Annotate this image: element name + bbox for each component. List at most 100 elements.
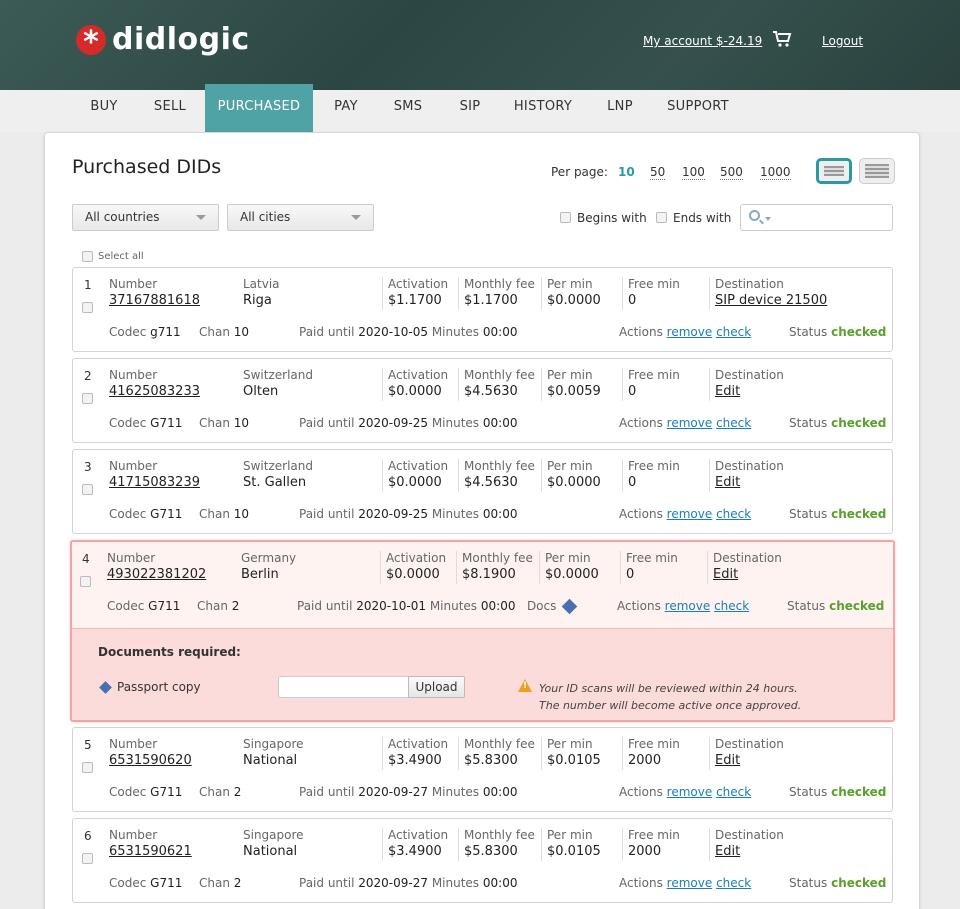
per-page-50[interactable]: 50: [650, 165, 666, 180]
nav-pay[interactable]: PAY: [322, 90, 370, 132]
location-value: National: [243, 844, 298, 859]
document-icon[interactable]: [561, 598, 578, 615]
nav-sell[interactable]: SELL: [142, 90, 198, 132]
row-checkbox[interactable]: [80, 576, 91, 587]
destination-cell: Destination Edit: [709, 368, 784, 401]
codec: Codec G711: [107, 599, 181, 613]
activation-value: $1.1700: [388, 293, 442, 308]
destination-label: Destination: [713, 551, 782, 565]
nav-buy[interactable]: BUY: [76, 90, 132, 132]
row-checkbox[interactable]: [82, 393, 93, 404]
check-link[interactable]: check: [716, 785, 751, 799]
free-min-value: 2000: [628, 753, 662, 768]
nav-purchased[interactable]: PURCHASED: [205, 84, 313, 132]
remove-link[interactable]: remove: [667, 507, 713, 521]
row-checkbox[interactable]: [82, 762, 93, 773]
destination-value[interactable]: Edit: [715, 752, 784, 770]
monthly-fee-value: $5.8300: [464, 844, 518, 859]
begins-with-checkbox[interactable]: [560, 212, 571, 223]
number-value[interactable]: 6531590621: [109, 843, 192, 861]
check-link[interactable]: check: [716, 507, 751, 521]
status-badge: checked: [831, 876, 887, 890]
nav-history[interactable]: HISTORY: [509, 90, 577, 132]
number-cell: Number 37167881618: [109, 277, 200, 310]
check-link[interactable]: check: [716, 325, 751, 339]
status-badge: checked: [831, 325, 887, 339]
nav-sip[interactable]: SIP: [450, 90, 490, 132]
destination-value[interactable]: Edit: [715, 383, 784, 401]
remove-link[interactable]: remove: [667, 325, 713, 339]
activation-cell: Activation $1.1700: [382, 277, 448, 310]
remove-link[interactable]: remove: [667, 785, 713, 799]
list-view-button[interactable]: [816, 158, 852, 184]
destination-value[interactable]: SIP device 21500: [715, 292, 827, 310]
location-value: St. Gallen: [243, 475, 307, 490]
cart-icon[interactable]: [772, 30, 792, 48]
search-input[interactable]: [740, 204, 893, 231]
destination-cell: Destination SIP device 21500: [709, 277, 827, 310]
free-min-cell: Free min 2000: [622, 737, 680, 770]
nav-lnp[interactable]: LNP: [600, 90, 640, 132]
per-min-value: $0.0059: [547, 384, 601, 399]
destination-value[interactable]: Edit: [713, 566, 782, 584]
number-value[interactable]: 41625083233: [109, 383, 200, 401]
free-min-label: Free min: [626, 551, 678, 565]
monthly-fee-value: $5.8300: [464, 753, 518, 768]
remove-link[interactable]: remove: [665, 599, 711, 613]
per-page-1000[interactable]: 1000: [760, 165, 791, 180]
did-row: 5 Number 6531590620 Singapore National A…: [72, 727, 893, 812]
activation-value: $0.0000: [388, 475, 442, 490]
per-page-10[interactable]: 10: [618, 165, 635, 179]
did-row: 6 Number 6531590621 Singapore National A…: [72, 818, 893, 903]
check-link[interactable]: check: [716, 416, 751, 430]
per-page-500[interactable]: 500: [720, 165, 743, 180]
per-min-cell: Per min $0.0000: [541, 277, 601, 310]
number-value[interactable]: 41715083239: [109, 474, 200, 492]
search-icon: [749, 210, 760, 221]
paid-until: Paid until 2020-10-01 Minutes 00:00 Docs: [297, 598, 578, 615]
number-label: Number: [109, 368, 158, 382]
my-account-link[interactable]: My account $-24.19: [643, 34, 762, 48]
codec: Codec G711: [109, 416, 183, 430]
destination-value[interactable]: Edit: [715, 843, 784, 861]
compact-view-button[interactable]: [859, 158, 895, 184]
logout-link[interactable]: Logout: [822, 34, 863, 48]
per-page-100[interactable]: 100: [682, 165, 705, 180]
select-all-checkbox[interactable]: [82, 251, 93, 262]
codec: Codec G711: [109, 785, 183, 799]
logo[interactable]: * didlogic: [76, 22, 250, 57]
number-cell: Number 493022381202: [107, 551, 206, 584]
passport-copy-label: Passport copy: [117, 680, 201, 694]
row-checkbox[interactable]: [82, 302, 93, 313]
number-value[interactable]: 493022381202: [107, 566, 206, 584]
channels: Chan 10: [199, 325, 250, 339]
status: Status checked: [789, 785, 887, 799]
country-select[interactable]: All countries: [72, 204, 219, 231]
file-input[interactable]: [278, 676, 408, 698]
check-link[interactable]: check: [716, 876, 751, 890]
city-select[interactable]: All cities: [227, 204, 374, 231]
number-value[interactable]: 37167881618: [109, 292, 200, 310]
per-min-cell: Per min $0.0105: [541, 737, 601, 770]
monthly-fee-value: $4.5630: [464, 475, 518, 490]
remove-link[interactable]: remove: [667, 876, 713, 890]
number-value[interactable]: 6531590620: [109, 752, 192, 770]
activation-cell: Activation $3.4900: [382, 828, 448, 861]
nav-support[interactable]: SUPPORT: [663, 90, 733, 132]
status: Status checked: [789, 507, 887, 521]
upload-button[interactable]: Upload: [408, 676, 465, 698]
per-page-label: Per page:: [551, 165, 608, 179]
ends-with-checkbox[interactable]: [656, 212, 667, 223]
nav-sms[interactable]: SMS: [384, 90, 432, 132]
check-link[interactable]: check: [714, 599, 749, 613]
remove-link[interactable]: remove: [667, 416, 713, 430]
monthly-fee-value: $4.5630: [464, 384, 518, 399]
location-label: Germany: [241, 551, 297, 565]
row-checkbox[interactable]: [82, 853, 93, 864]
compact-view-icon: [865, 164, 889, 178]
documents-title: Documents required:: [98, 645, 241, 659]
destination-cell: Destination Edit: [707, 551, 782, 584]
row-checkbox[interactable]: [82, 484, 93, 495]
destination-value[interactable]: Edit: [715, 474, 784, 492]
per-min-value: $0.0000: [547, 293, 601, 308]
